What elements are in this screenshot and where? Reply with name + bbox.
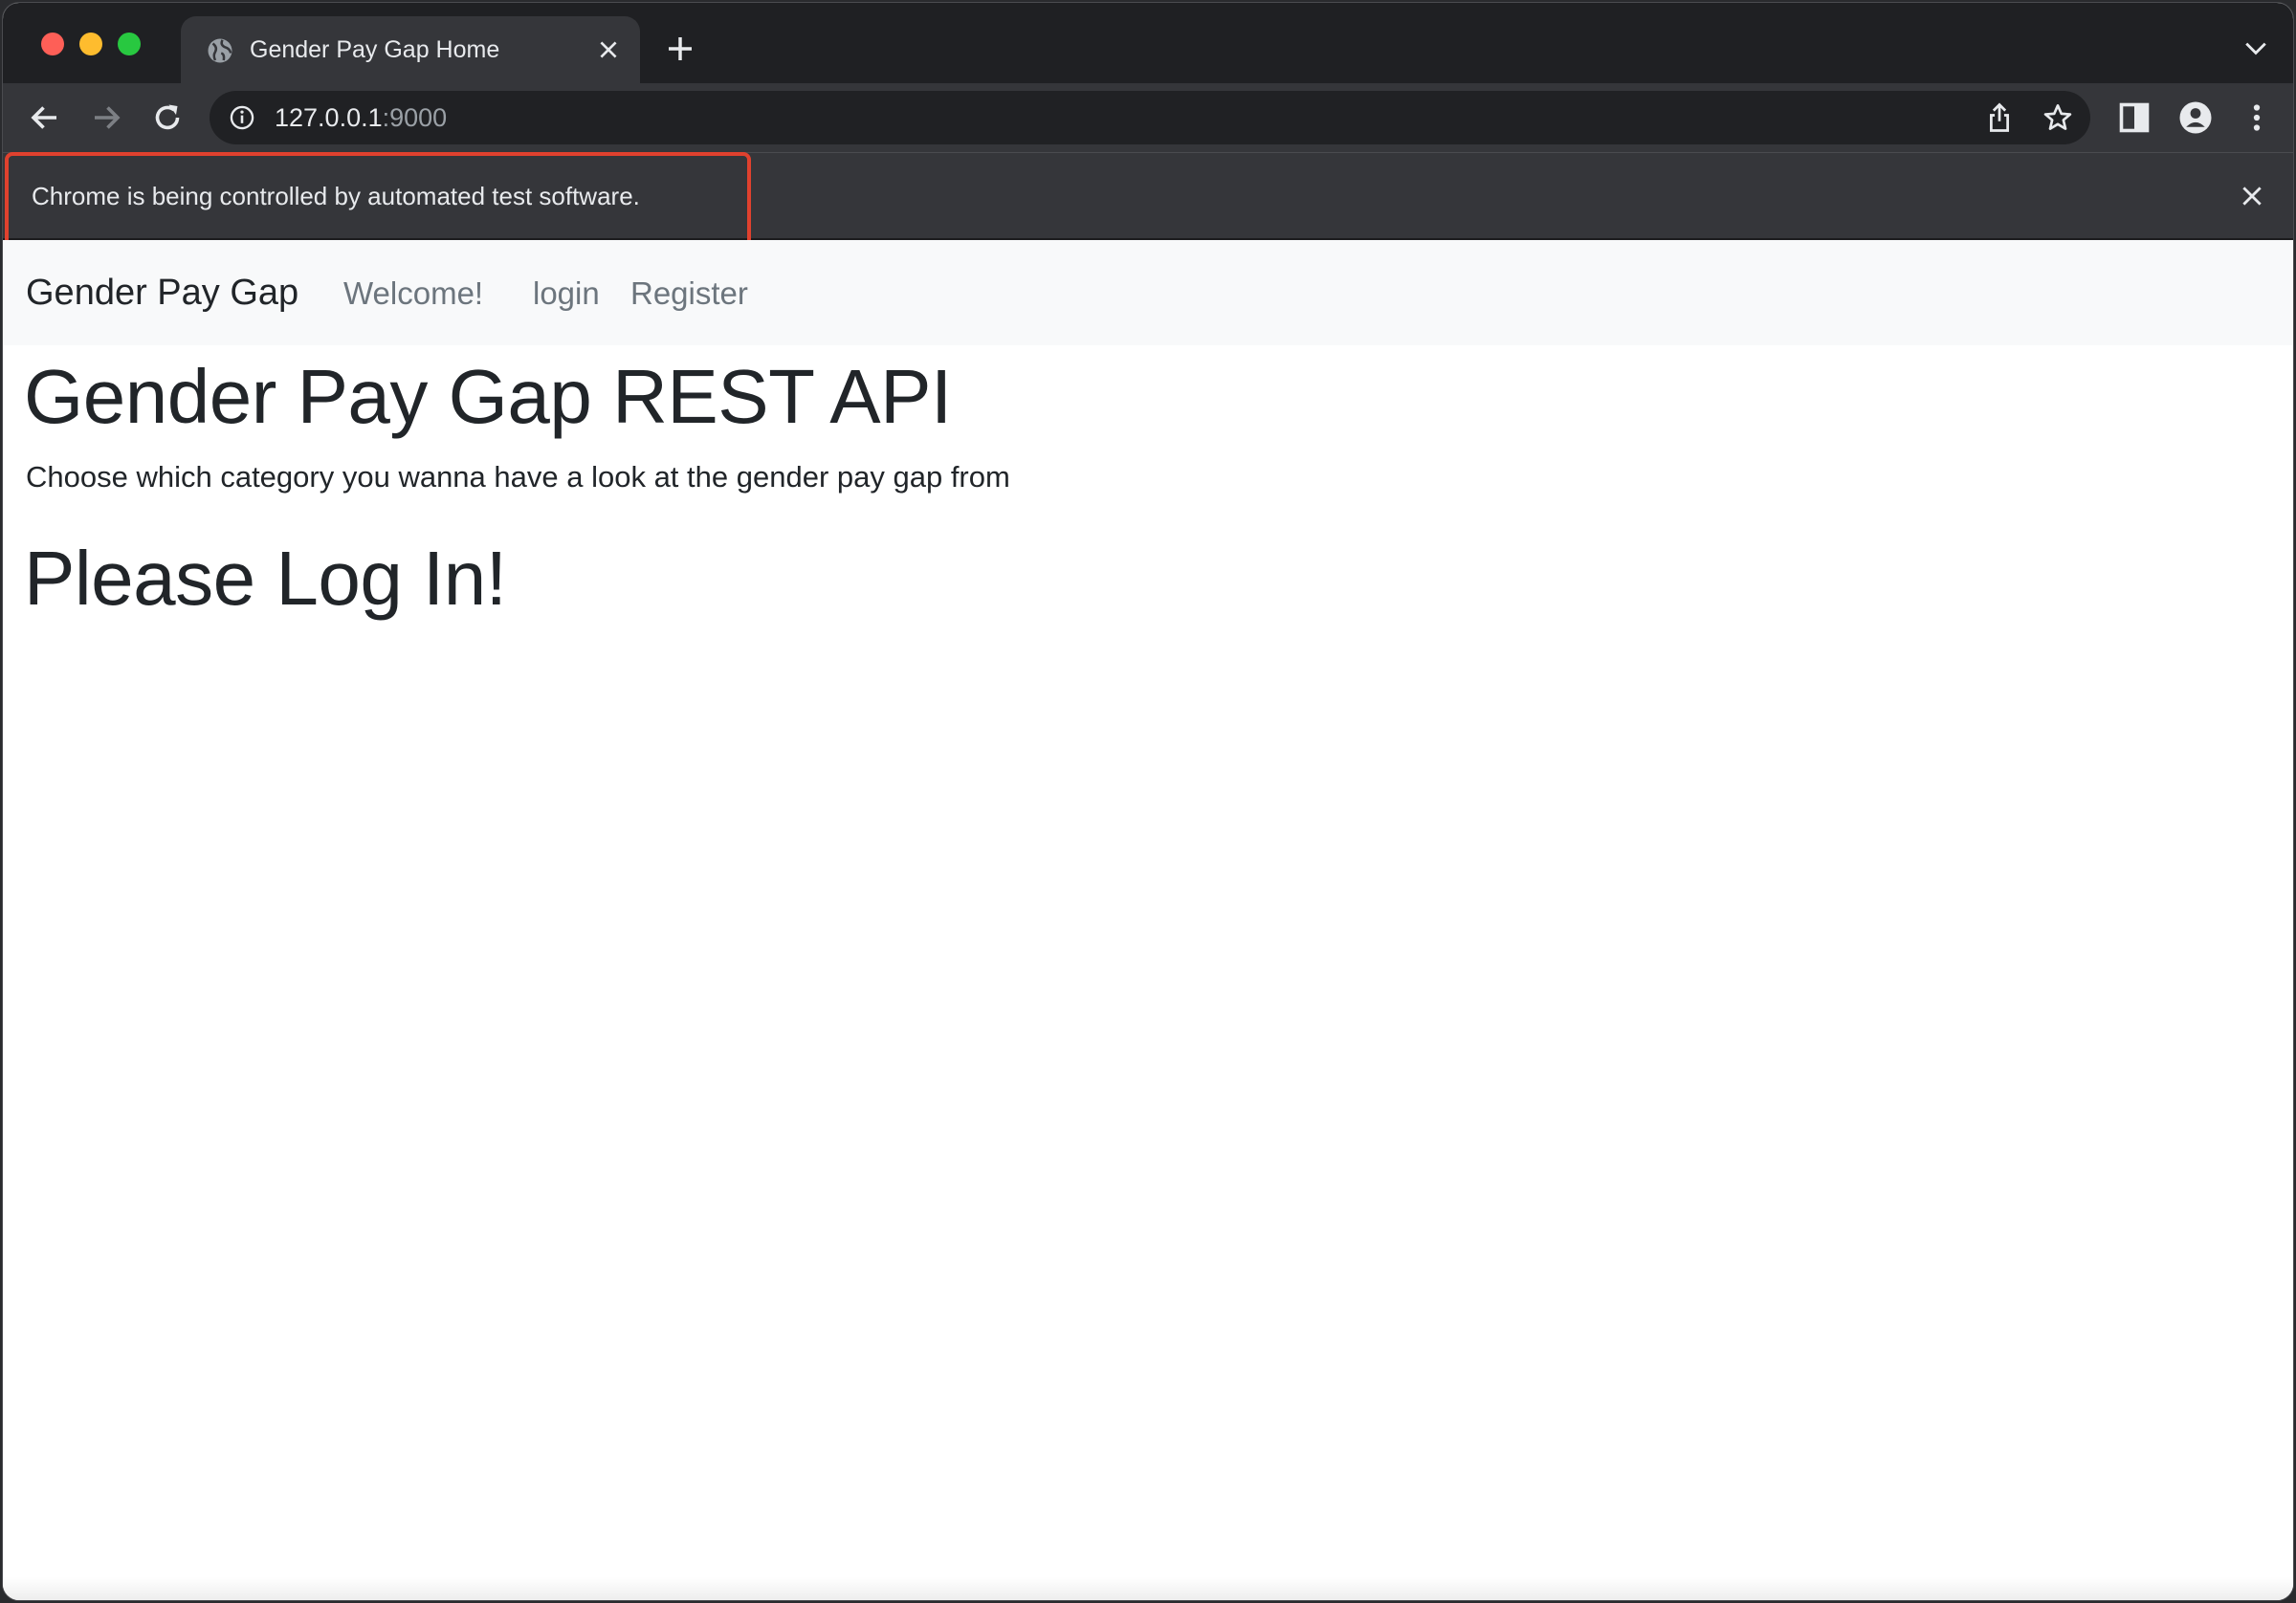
automation-infobar: Chrome is being controlled by automated … [3,152,2293,249]
minimize-window-button[interactable] [79,33,102,55]
side-panel-icon[interactable] [2117,100,2152,135]
login-prompt-heading: Please Log In! [24,536,507,621]
tab-title: Gender Pay Gap Home [250,36,500,63]
page-content: Gender Pay Gap Welcome! login Register G… [3,240,2293,1600]
url-host: 127.0.0.1 [275,103,383,132]
nav-link-register[interactable]: Register [630,275,748,312]
url-port: :9000 [382,103,448,132]
url-text: 127.0.0.1:9000 [275,103,447,133]
site-navbar: Gender Pay Gap Welcome! login Register [3,240,2293,345]
tab-strip: Gender Pay Gap Home [3,3,2293,83]
back-arrow-icon[interactable] [28,100,62,135]
bookmark-star-icon[interactable] [2042,102,2073,133]
page-title: Gender Pay Gap REST API [24,354,952,439]
forward-arrow-icon[interactable] [89,100,123,135]
nav-link-login[interactable]: login [533,275,600,312]
new-tab-icon[interactable] [665,33,695,64]
close-icon[interactable] [2240,184,2264,209]
profile-avatar-icon[interactable] [2178,100,2213,135]
page-description: Choose which category you wanna have a l… [26,460,1010,494]
close-tab-icon[interactable] [596,37,621,62]
reload-icon[interactable] [150,100,185,135]
info-icon[interactable] [229,104,255,131]
globe-icon [208,38,232,63]
close-window-button[interactable] [41,33,64,55]
tab-gender-pay-gap-home[interactable]: Gender Pay Gap Home [181,16,640,83]
maximize-window-button[interactable] [118,33,141,55]
browser-toolbar: 127.0.0.1:9000 [3,83,2293,152]
infobar-message: Chrome is being controlled by automated … [32,182,640,210]
window-bottom-edge [3,1577,2293,1600]
address-bar[interactable]: 127.0.0.1:9000 [210,91,2090,144]
nav-link-welcome[interactable]: Welcome! [343,275,483,312]
chevron-down-icon[interactable] [2243,39,2268,58]
share-icon[interactable] [1985,102,2014,133]
browser-window: Gender Pay Gap Home 127.0.0.1:9000 Chrom… [2,2,2294,1601]
navbar-brand[interactable]: Gender Pay Gap [26,273,298,314]
more-menu-icon[interactable] [2240,100,2274,135]
